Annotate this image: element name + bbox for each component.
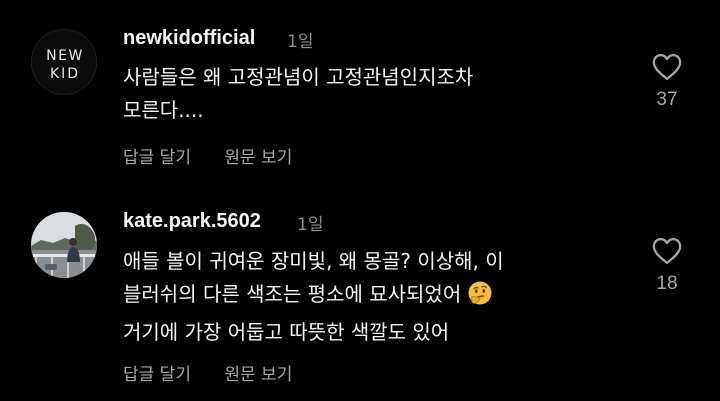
- comment-username[interactable]: newkidofficial: [123, 27, 255, 50]
- see-translation-button[interactable]: 원문 보기: [224, 360, 292, 385]
- reply-button[interactable]: 답글 달기: [123, 143, 191, 168]
- see-translation-button[interactable]: 원문 보기: [224, 143, 292, 168]
- heart-outline-icon[interactable]: [652, 53, 682, 81]
- comment-item: NEW KID newkidofficial 1일 사람들은 왜 고정관념이 고…: [0, 0, 720, 190]
- comment-text-line: 블러쉬의 다른 색조는 평소에 묘사되었어: [123, 282, 462, 306]
- comment-text: 사람들은 왜 고정관념이 고정관념인지조차 모른다....: [123, 61, 473, 127]
- avatar-photo-icon: [31, 212, 97, 278]
- comment-text-line: 모른다....: [123, 98, 204, 122]
- comment-text-line: 거기에 가장 어둡고 따뜻한 색깔도 있어: [123, 320, 450, 344]
- avatar[interactable]: [31, 212, 97, 278]
- comment-item: kate.park.5602 1일 애들 볼이 귀여운 장미빛, 왜 몽골? 이…: [0, 190, 720, 401]
- like-column: 37: [647, 53, 687, 111]
- thinking-face-emoji-icon: [467, 280, 493, 316]
- avatar-logo-line-2: KID: [50, 66, 80, 82]
- comment-text-line-with-emoji: 블러쉬의 다른 색조는 평소에 묘사되었어: [123, 278, 504, 316]
- comment-actions: 답글 달기 원문 보기: [123, 143, 292, 168]
- newkid-logo-icon: NEW KID: [46, 48, 84, 82]
- like-column: 18: [647, 237, 687, 295]
- like-count: 37: [656, 89, 678, 110]
- comment-timestamp: 1일: [287, 32, 314, 52]
- comment-text: 애들 볼이 귀여운 장미빛, 왜 몽골? 이상해, 이 블러쉬의 다른 색조는 …: [123, 245, 504, 349]
- comment-actions: 답글 달기 원문 보기: [123, 360, 292, 385]
- comment-timestamp: 1일: [297, 215, 324, 235]
- heart-outline-icon[interactable]: [652, 237, 682, 265]
- comment-text-line: 애들 볼이 귀여운 장미빛, 왜 몽골? 이상해, 이: [123, 249, 504, 273]
- comment-text-line: 사람들은 왜 고정관념이 고정관념인지조차: [123, 65, 474, 89]
- like-count: 18: [656, 273, 678, 294]
- comment-username[interactable]: kate.park.5602: [123, 210, 261, 233]
- reply-button[interactable]: 답글 달기: [123, 360, 191, 385]
- avatar[interactable]: NEW KID: [31, 29, 97, 95]
- avatar-logo-line-1: NEW: [46, 48, 84, 64]
